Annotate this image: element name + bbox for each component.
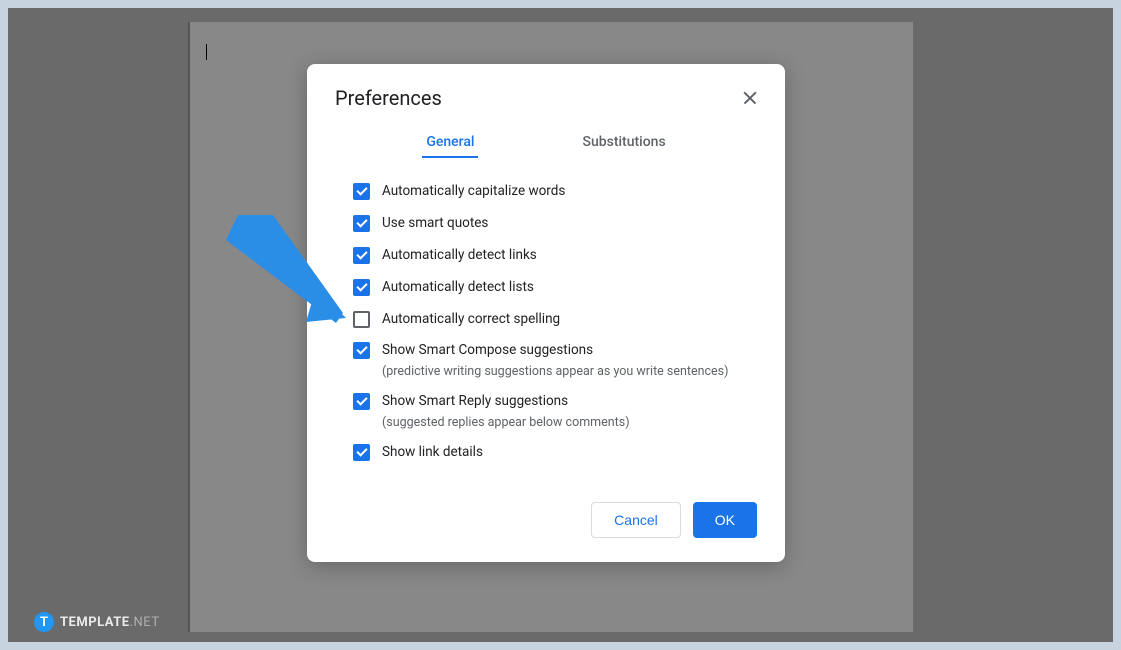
checkbox-link-details[interactable] (353, 444, 370, 461)
option-label: Show link details (382, 443, 483, 462)
options-list: Automatically capitalize words Use smart… (335, 182, 757, 462)
dialog-header: Preferences (335, 86, 757, 110)
watermark-text: TEMPLATE.NET (60, 615, 160, 630)
checkbox-detect-links[interactable] (353, 247, 370, 264)
option-desc: (predictive writing suggestions appear a… (382, 364, 728, 379)
option-label: Automatically correct spelling (382, 310, 560, 329)
option-detect-lists: Automatically detect lists (353, 278, 757, 297)
tab-general[interactable]: General (422, 128, 478, 158)
watermark: T TEMPLATE.NET (34, 612, 160, 632)
option-label: Automatically detect lists (382, 278, 534, 297)
watermark-icon: T (34, 612, 54, 632)
checkbox-detect-lists[interactable] (353, 279, 370, 296)
option-smart-compose: Show Smart Compose suggestions (predicti… (353, 341, 757, 379)
option-desc: (suggested replies appear below comments… (382, 415, 630, 430)
option-label: Show Smart Compose suggestions (382, 341, 728, 360)
checkbox-correct-spelling[interactable] (353, 311, 370, 328)
checkbox-smart-quotes[interactable] (353, 215, 370, 232)
option-smart-reply: Show Smart Reply suggestions (suggested … (353, 392, 757, 430)
preferences-dialog: Preferences General Substitutions Automa… (307, 64, 785, 562)
checkbox-capitalize[interactable] (353, 183, 370, 200)
option-label: Use smart quotes (382, 214, 488, 233)
dialog-footer: Cancel OK (335, 502, 757, 538)
checkbox-smart-reply[interactable] (353, 393, 370, 410)
option-smart-quotes: Use smart quotes (353, 214, 757, 233)
cancel-button[interactable]: Cancel (591, 502, 681, 538)
option-detect-links: Automatically detect links (353, 246, 757, 265)
option-correct-spelling: Automatically correct spelling (353, 310, 757, 329)
option-capitalize: Automatically capitalize words (353, 182, 757, 201)
tab-substitutions[interactable]: Substitutions (578, 128, 669, 158)
option-link-details: Show link details (353, 443, 757, 462)
dialog-title: Preferences (335, 86, 442, 110)
option-label: Automatically detect links (382, 246, 537, 265)
close-icon[interactable] (743, 91, 757, 105)
option-label: Show Smart Reply suggestions (382, 392, 630, 411)
checkbox-smart-compose[interactable] (353, 342, 370, 359)
text-cursor (206, 44, 207, 60)
option-label: Automatically capitalize words (382, 182, 565, 201)
dialog-tabs: General Substitutions (335, 128, 757, 158)
ok-button[interactable]: OK (693, 502, 757, 538)
